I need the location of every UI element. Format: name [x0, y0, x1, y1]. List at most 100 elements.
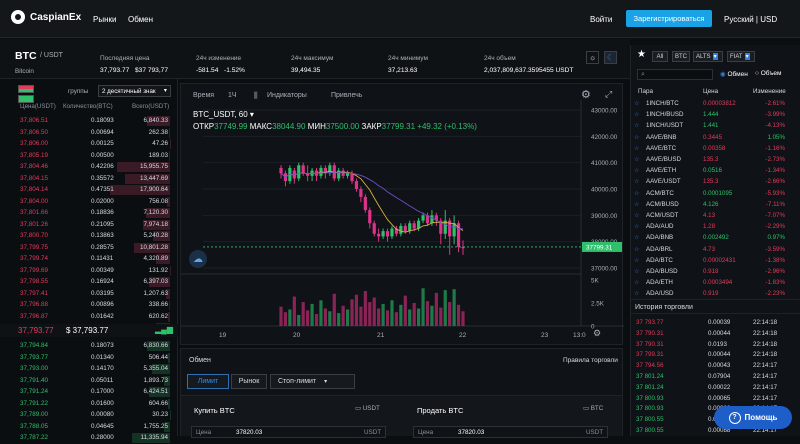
market-row[interactable]: ☆ADA/USD0.919-2.23% [631, 288, 800, 299]
star-icon[interactable]: ☆ [634, 156, 640, 163]
bid-row[interactable]: 37,787.220.2800011,335.94 [0, 432, 178, 444]
brand-logo[interactable]: CaspianEx [11, 10, 81, 24]
ask-row[interactable]: 37,806.500.00694262.38 [0, 127, 178, 139]
star-icon[interactable]: ☆ [634, 178, 640, 185]
view-bids-icon[interactable] [18, 95, 34, 103]
star-icon[interactable]: ☆ [634, 268, 640, 275]
tab-stop-limit[interactable]: Стоп-лимит▾ [270, 374, 355, 389]
ask-row[interactable]: 37,798.550.169246,397.03 [0, 276, 178, 288]
favorites-star-icon[interactable]: ★ [637, 49, 646, 60]
market-row[interactable]: ☆1INCH/BTC0.00003812-2.61% [631, 98, 800, 109]
ask-row[interactable]: 37,799.740.114314,320.89 [0, 253, 178, 265]
market-row[interactable]: ☆ACM/BTC0.0001095-5.93% [631, 188, 800, 199]
ask-row[interactable]: 37,806.000.0012547.26 [0, 138, 178, 150]
chart-config-icon[interactable]: ⚙ [593, 328, 601, 339]
nav-markets[interactable]: Рынки [93, 15, 116, 24]
ask-row[interactable]: 37,804.150.3557213,447.69 [0, 173, 178, 185]
ask-row[interactable]: 37,804.000.02000756.08 [0, 196, 178, 208]
bid-row[interactable]: 37,794.840.180736,830.66 [0, 340, 178, 352]
radio-exchange[interactable]: ◉ Обмен [720, 70, 748, 78]
ask-row[interactable]: 37,806.510.180936,840.33 [0, 115, 178, 127]
ask-qty: 0.11431 [91, 255, 113, 262]
star-icon[interactable]: ☆ [634, 100, 640, 107]
view-both-icon[interactable] [18, 85, 34, 93]
star-icon[interactable]: ☆ [634, 167, 640, 174]
ask-row[interactable]: 37,799.690.00349131.92 [0, 265, 178, 277]
star-icon[interactable]: ☆ [634, 134, 640, 141]
star-icon[interactable]: ☆ [634, 122, 640, 129]
dark-theme-icon[interactable]: ☾ [604, 51, 617, 64]
market-tab-btc[interactable]: BTC [672, 51, 690, 62]
login-link[interactable]: Войти [590, 15, 612, 24]
bid-row[interactable]: 37,791.240.170006,424.51 [0, 386, 178, 398]
bid-row[interactable]: 37,791.220.01600604.66 [0, 398, 178, 410]
price-chart[interactable]: 43000.0042000.0041000.0040000.0039000.00… [181, 84, 624, 346]
star-icon[interactable]: ☆ [634, 246, 640, 253]
ask-row[interactable]: 37,804.460.4220615,955.75 [0, 161, 178, 173]
star-icon[interactable]: ☆ [634, 290, 640, 297]
market-row[interactable]: ☆ADA/BRL4.73-3.59% [631, 244, 800, 255]
bid-row[interactable]: 37,791.400.050111,893.73 [0, 375, 178, 387]
market-row[interactable]: ☆AAVE/BNB0.34451.05% [631, 132, 800, 143]
star-icon[interactable]: ☆ [634, 234, 640, 241]
market-row[interactable]: ☆AAVE/USDT135.3-2.66% [631, 176, 800, 187]
star-icon[interactable]: ☆ [634, 257, 640, 264]
bid-row[interactable]: 37,788.050.046451,755.25 [0, 421, 178, 433]
star-icon[interactable]: ☆ [634, 212, 640, 219]
ask-price: 37,798.55 [20, 278, 48, 285]
help-button[interactable]: ? Помощь [714, 406, 792, 429]
star-icon[interactable]: ☆ [634, 145, 640, 152]
market-row[interactable]: ☆ACM/BUSD4.126-7.11% [631, 199, 800, 210]
market-tab-all[interactable]: All [652, 51, 668, 62]
tab-limit[interactable]: Лимит [187, 374, 229, 389]
market-pair: ADA/BNB [646, 234, 673, 241]
star-icon[interactable]: ☆ [634, 279, 640, 286]
market-row[interactable]: ☆ADA/ETH0.0003494-1.83% [631, 277, 800, 288]
depth-bar [169, 151, 170, 161]
ask-row[interactable]: 37,801.660.188367,120.30 [0, 207, 178, 219]
nav-exchange[interactable]: Обмен [128, 15, 153, 24]
ask-row[interactable]: 37,796.880.00896338.66 [0, 299, 178, 311]
market-tab-alts[interactable]: ALTS▾ [693, 51, 723, 62]
star-icon[interactable]: ☆ [634, 201, 640, 208]
bid-row[interactable]: 37,793.000.141705,355.04 [0, 363, 178, 375]
bid-price: 37,793.00 [20, 365, 48, 372]
ask-row[interactable]: 37,797.410.031951,207.63 [0, 288, 178, 300]
star-icon[interactable]: ☆ [634, 223, 640, 230]
trading-rules-link[interactable]: Правила торговли [563, 357, 618, 364]
star-icon[interactable]: ☆ [634, 111, 640, 118]
volume-bar [346, 309, 349, 326]
bid-row[interactable]: 37,793.770.01340506.44 [0, 352, 178, 364]
market-row[interactable]: ☆AAVE/ETH0.0516-1.34% [631, 165, 800, 176]
ask-total: 15,955.75 [140, 163, 168, 170]
tab-market[interactable]: Рынок [231, 374, 267, 389]
language-currency-selector[interactable]: Русский | USD [724, 15, 777, 24]
market-row[interactable]: ☆1INCH/USDT1.441-4.13% [631, 120, 800, 131]
ask-row[interactable]: 37,805.190.00500189.03 [0, 150, 178, 162]
market-tab-fiat[interactable]: FIAT▾ [727, 51, 755, 62]
market-row[interactable]: ☆ADA/BTC0.00002431-1.38% [631, 255, 800, 266]
ask-row[interactable]: 37,799.750.2857510,801.28 [0, 242, 178, 254]
cloud-icon[interactable]: ☁ [189, 250, 207, 268]
sell-price-input[interactable]: Цена 37820.03 USDT [413, 426, 608, 438]
market-row[interactable]: ☆ACM/USDT4.13-7.07% [631, 210, 800, 221]
radio-volume[interactable]: ○ Объем [755, 70, 781, 77]
ask-row[interactable]: 37,800.700.138635,240.28 [0, 230, 178, 242]
register-button[interactable]: Зарегистрироваться [626, 10, 712, 27]
market-row[interactable]: ☆1INCH/BUSD1.444-3.99% [631, 109, 800, 120]
market-search-input[interactable]: ⌕ [637, 69, 713, 80]
market-row[interactable]: ☆AAVE/BTC0.00358-1.16% [631, 143, 800, 154]
market-row[interactable]: ☆ADA/BUSD0.918-2.96% [631, 266, 800, 277]
ask-row[interactable]: 37,801.260.210957,974.18 [0, 219, 178, 231]
volume-bar [377, 309, 380, 326]
market-row[interactable]: ☆ADA/AUD1.28-2.29% [631, 221, 800, 232]
market-row[interactable]: ☆ADA/BNB0.0024920.97% [631, 232, 800, 243]
buy-price-input[interactable]: Цена 37820.03 USDT [191, 426, 386, 438]
light-theme-icon[interactable]: ☼ [586, 51, 599, 64]
star-icon[interactable]: ☆ [634, 190, 640, 197]
bid-row[interactable]: 37,789.000.0008030.23 [0, 409, 178, 421]
ask-row[interactable]: 37,804.140.4735117,900.64 [0, 184, 178, 196]
market-row[interactable]: ☆AAVE/BUSD135.3-2.73% [631, 154, 800, 165]
decimals-select[interactable]: 2 десятичный знак▾ [98, 85, 171, 97]
ask-row[interactable]: 37,796.870.01642620.62 [0, 311, 178, 323]
